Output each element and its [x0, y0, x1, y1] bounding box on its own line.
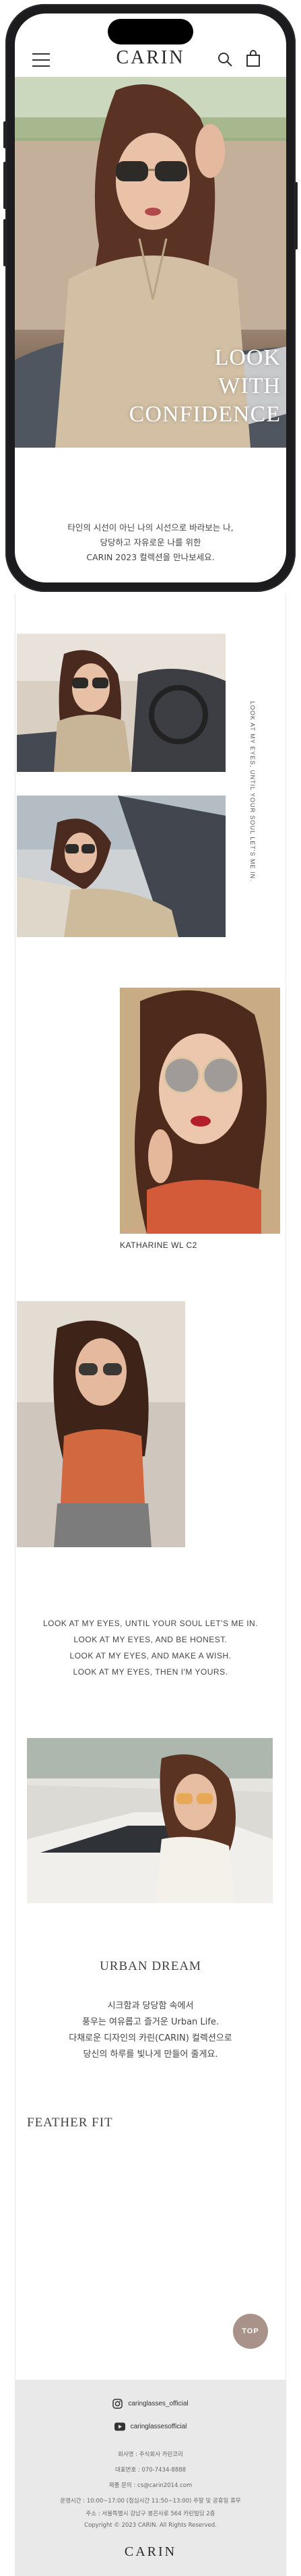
footer-info-line: 운영시간 : 10:00~17:00 (점심시간 11:50~13:00) 주말… — [60, 2498, 241, 2505]
phone-power-button — [295, 182, 298, 249]
hero-headline-line: LOOK — [214, 345, 281, 370]
section-title-urban-dream: URBAN DREAM — [100, 1959, 201, 1973]
gallery-photo-car-wide — [27, 1738, 273, 1903]
gallery-photo-portrait — [120, 988, 280, 1234]
footer-info-line: 대표번호 : 070-7434-8888 — [114, 2467, 187, 2474]
phone-side-button — [3, 121, 6, 148]
gallery-photo-reclining — [17, 796, 226, 937]
urban-line: 시크함과 당당함 속에서 — [107, 2001, 194, 2011]
intro-line: CARIN 2023 컬렉션을 만나보세요. — [86, 552, 215, 562]
footer-info-line: 제품 문의 : cs@carin2014.com — [108, 2482, 193, 2489]
quote-block: LOOK AT MY EYES, UNTIL YOUR SOUL LET'S M… — [0, 1615, 301, 1680]
phone-side-button — [3, 162, 6, 209]
search-icon[interactable] — [217, 51, 233, 67]
youtube-handle: caringlassesofficial — [130, 2422, 187, 2430]
footer-info-line: 회사명 : 주식회사 카린코리 — [118, 2451, 183, 2458]
quote-line: LOOK AT MY EYES, UNTIL YOUR SOUL LET'S M… — [42, 1619, 259, 1628]
hero-headline-line: CONFIDENCE — [129, 402, 281, 427]
urban-line: 풍우는 여유롭고 즐거운 Urban Life. — [81, 2017, 219, 2027]
footer-copyright: Copyright © 2023 CARIN. All Rights Reser… — [84, 2522, 217, 2529]
youtube-icon — [114, 2422, 125, 2431]
intro-line: 타인의 시선이 아닌 나의 시선으로 바라보는 나, — [67, 522, 234, 533]
quote-line: LOOK AT MY EYES, AND MAKE A WISH. — [69, 1651, 232, 1660]
hero-headline-line: WITH — [218, 373, 281, 398]
shopping-bag-icon[interactable] — [246, 50, 261, 67]
intro-line: 당당하고 자유로운 나를 위한 — [100, 537, 201, 547]
vertical-caption: LOOK AT MY EYES, UNTIL YOUR SOUL LET'S M… — [249, 701, 256, 882]
gallery-photo-street — [17, 1301, 185, 1547]
footer-social-instagram[interactable]: caringlasses_official — [0, 2397, 301, 2409]
phone-side-button — [3, 219, 6, 266]
hero-headline: LOOK WITH CONFIDENCE — [129, 344, 281, 429]
dynamic-island — [108, 19, 193, 44]
product-caption: KATHARINE WL C2 — [120, 1240, 197, 1250]
footer-social-youtube[interactable]: caringlassesofficial — [0, 2420, 301, 2432]
instagram-icon — [112, 2399, 123, 2409]
intro-text: 타인의 시선이 아닌 나의 시선으로 바라보는 나, 당당하고 자유로운 나를 … — [15, 520, 286, 565]
scroll-top-button[interactable]: TOP — [233, 2314, 268, 2349]
footer-info-line: 주소 : 서울특별시 강남구 봉은사로 564 카린빌딩 2층 — [86, 2511, 215, 2517]
instagram-handle: caringlasses_official — [128, 2399, 189, 2407]
quote-line: LOOK AT MY EYES, THEN I'M YOURS. — [73, 1667, 228, 1677]
quote-line: LOOK AT MY EYES, AND BE HONEST. — [73, 1635, 228, 1644]
urban-line: 다채로운 디자인의 카린(CARIN) 컬렉션으로 — [69, 2033, 232, 2043]
footer-logo[interactable]: CARIN — [0, 2544, 301, 2560]
top-button-label: TOP — [242, 2327, 259, 2335]
urban-dream-text: 시크함과 당당함 속에서 풍우는 여유롭고 즐거운 Urban Life. 다채… — [0, 1998, 301, 2063]
gallery-photo-car-driving — [17, 634, 226, 772]
urban-line: 당신의 하루를 빛나게 만들어 줄게요. — [83, 2049, 218, 2060]
section-title-feather-fit: FEATHER FIT — [27, 2116, 113, 2130]
